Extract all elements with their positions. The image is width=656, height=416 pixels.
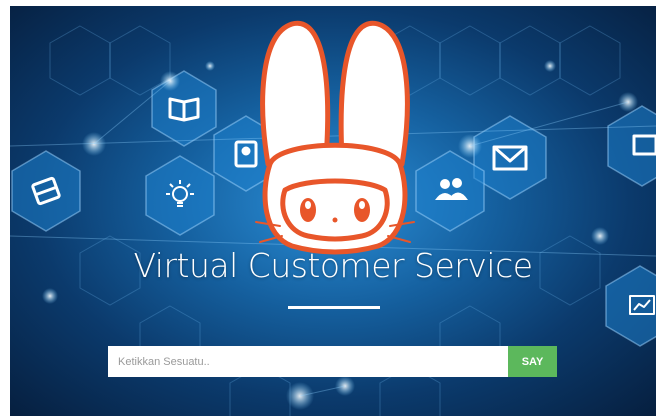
page-frame: Virtual Customer Service SAY <box>0 0 656 416</box>
title-divider <box>288 306 380 309</box>
monitor-icon-hex <box>607 105 656 187</box>
hero-banner: Virtual Customer Service SAY <box>10 6 656 416</box>
rabbit-mascot <box>255 20 415 255</box>
page-title: Virtual Customer Service <box>133 246 533 285</box>
lightbulb-icon-hex <box>145 155 215 236</box>
mail-icon-hex <box>473 115 547 200</box>
say-button[interactable]: SAY <box>508 346 557 377</box>
chat-message-input[interactable] <box>108 346 508 377</box>
